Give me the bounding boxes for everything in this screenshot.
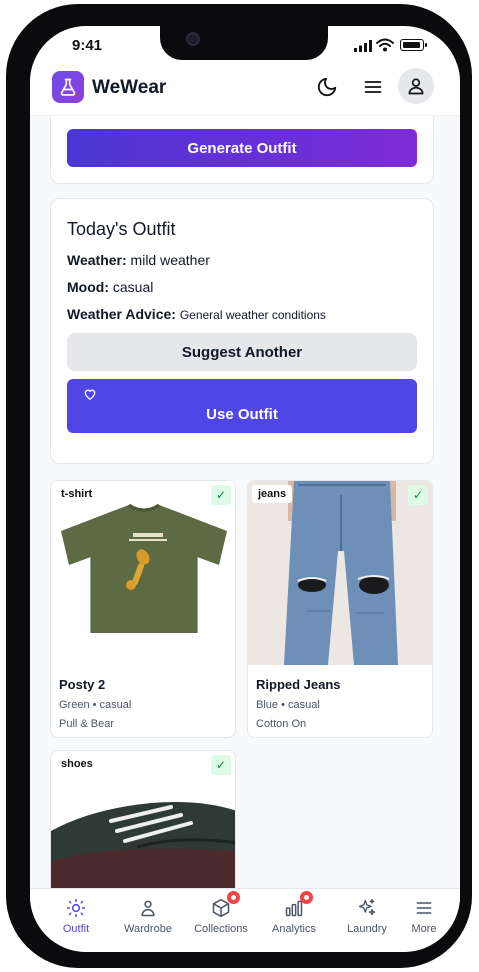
tab-wardrobe-label: Wardrobe [124, 923, 172, 935]
wardrobe-item-card[interactable]: jeans ✓ Ripped Jeans Blue • casual Cotto… [247, 480, 433, 738]
app-title: WeWear [92, 77, 167, 98]
tab-collections[interactable]: Collections [185, 891, 257, 941]
moon-icon [317, 77, 337, 97]
use-outfit-button[interactable]: Use Outfit [67, 379, 417, 433]
tab-outfit[interactable]: Outfit [40, 897, 112, 941]
item-name: Posty 2 [59, 677, 106, 692]
app-screen: 9:41 WeWear Generate Outfit Today's Outf… [30, 26, 460, 952]
mood-label: Mood: [67, 279, 109, 295]
tab-wardrobe[interactable]: Wardrobe [112, 897, 184, 941]
menu-button[interactable] [360, 74, 386, 100]
battery-icon [400, 39, 427, 51]
bottom-tab-bar: Outfit Wardrobe Collections Analytics La… [30, 888, 460, 952]
sun-icon [66, 898, 86, 918]
weather-advice-label: Weather Advice: [67, 306, 176, 322]
item-category-tag: jeans [252, 485, 293, 503]
wifi-icon [376, 38, 394, 52]
wardrobe-item-card[interactable]: t-shirt ✓ Posty 2 Green • casual Pull & … [50, 480, 236, 738]
mood-value: casual [112, 279, 154, 295]
person-icon [141, 900, 155, 917]
notification-badge [227, 891, 240, 904]
jeans-image [248, 481, 432, 665]
item-category-tag: shoes [55, 755, 99, 773]
mood-row: Mood: casual [67, 279, 153, 295]
tab-outfit-label: Outfit [62, 923, 90, 935]
camera-icon [186, 32, 200, 46]
tab-more[interactable]: More [388, 897, 460, 941]
weather-row: Weather: mild weather [67, 252, 210, 268]
status-time: 9:41 [72, 37, 103, 54]
notification-badge [300, 891, 313, 904]
phone-frame: 9:41 WeWear Generate Outfit Today's Outf… [6, 4, 472, 968]
app-logo[interactable] [52, 71, 84, 103]
main-content: Generate Outfit Today's Outfit Weather: … [30, 116, 460, 888]
weather-value: mild weather [130, 252, 210, 268]
wardrobe-item-card[interactable]: shoes ✓ [50, 750, 236, 888]
weather-advice-value: General weather conditions [179, 308, 326, 322]
hamburger-icon [364, 81, 382, 93]
selected-check-icon[interactable]: ✓ [211, 485, 231, 505]
profile-avatar-button[interactable] [398, 68, 434, 104]
signal-icon [354, 40, 372, 52]
weather-label: Weather: [67, 252, 127, 268]
item-name: Ripped Jeans [256, 677, 341, 692]
tab-collections-label: Collections [194, 923, 248, 935]
menu-icon [416, 902, 432, 914]
sparkles-icon [358, 899, 376, 916]
weather-advice-row: Weather Advice: General weather conditio… [67, 306, 326, 322]
flask-icon [60, 78, 76, 96]
item-brand: Cotton On [256, 718, 307, 730]
item-brand: Pull & Bear [59, 718, 115, 730]
todays-outfit-card: Today's Outfit Weather: mild weather Moo… [50, 198, 434, 464]
generate-card: Generate Outfit [50, 116, 434, 184]
heart-icon [84, 389, 96, 400]
item-meta: Blue • casual [256, 699, 320, 711]
user-icon [408, 78, 424, 95]
tab-analytics-label: Analytics [271, 923, 317, 935]
tshirt-image [51, 481, 235, 665]
selected-check-icon[interactable]: ✓ [408, 485, 428, 505]
item-category-tag: t-shirt [55, 485, 99, 503]
todays-outfit-title: Today's Outfit [67, 219, 176, 239]
app-header: WeWear [30, 64, 460, 116]
suggest-another-button[interactable]: Suggest Another [67, 333, 417, 371]
dynamic-island [160, 26, 328, 60]
generate-outfit-button[interactable]: Generate Outfit [67, 129, 417, 167]
theme-toggle-button[interactable] [314, 74, 340, 100]
use-outfit-label: Use Outfit [206, 406, 278, 423]
selected-check-icon[interactable]: ✓ [211, 755, 231, 775]
item-meta: Green • casual [59, 699, 132, 711]
tab-analytics[interactable]: Analytics [258, 891, 330, 941]
tab-more-label: More [411, 923, 437, 935]
